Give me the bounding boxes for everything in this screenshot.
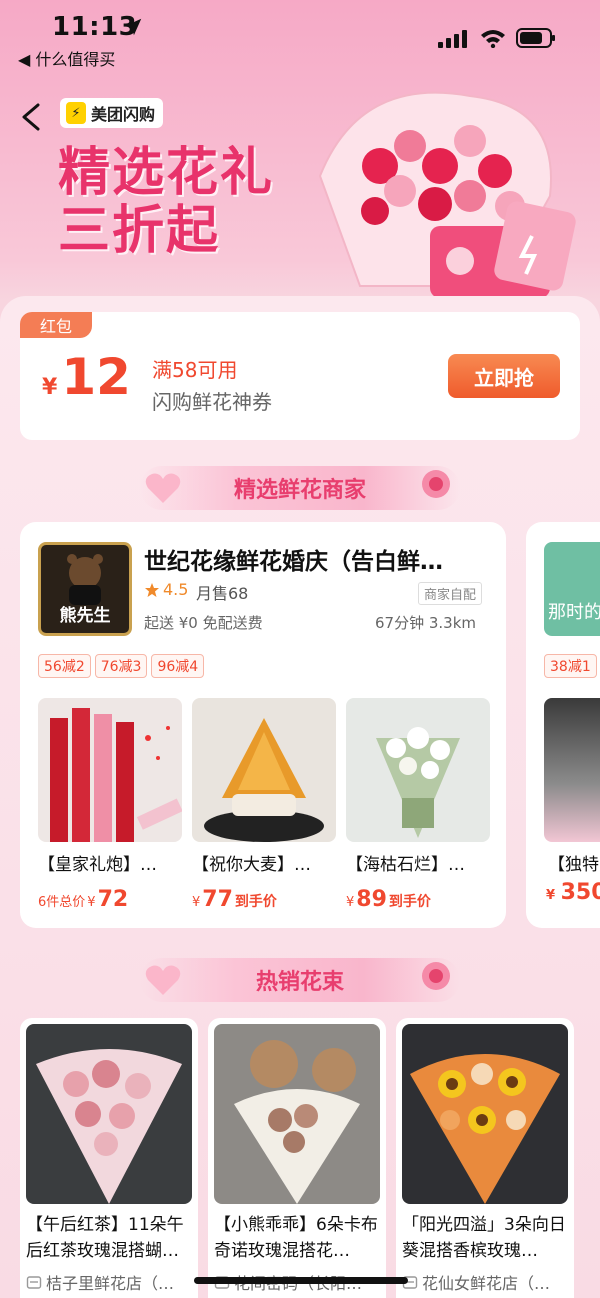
merchant-card-next[interactable]: 那时的 38减1 【独特 ¥ 350 <box>526 522 600 928</box>
shop-name: 花仙女鲜花店（… <box>422 1274 551 1293</box>
bouquet-shop: 花仙女鲜花店（… <box>402 1270 568 1294</box>
discount-tag: 96减4 <box>151 654 205 678</box>
price-currency: ¥ <box>87 895 96 910</box>
rating-value: 4.5 <box>163 580 189 599</box>
product-item[interactable]: 【皇家礼炮】… 6件总价 ¥ 72 <box>38 698 182 912</box>
coupon-currency: ¥ <box>42 375 58 400</box>
delivery-eta: 67分钟 3.3km <box>374 614 476 632</box>
product-name: 【祝你大麦】… <box>192 855 311 875</box>
product-price: 6件总价 ¥ 72 <box>38 887 182 912</box>
price-value: 350 <box>560 880 600 905</box>
price-suffix: 到手价 <box>388 894 431 910</box>
price-value: 72 <box>97 887 129 912</box>
price-suffix: 到手价 <box>234 894 277 910</box>
product-list: 【皇家礼炮】… 6件总价 ¥ 72 【祝你大麦】… ¥ 77 到手价 【海枯石烂… <box>38 698 490 912</box>
hot-bouquet-grid: 【午后红茶】11朵午后红茶玫瑰混搭蝴… 桔子里鲜花店（… 【小熊乖乖】6朵卡布奇… <box>20 1018 574 1298</box>
bouquet-image <box>26 1024 192 1204</box>
brand-name: 美团闪购 <box>91 105 156 124</box>
claim-coupon-button[interactable]: 立即抢 <box>448 354 560 398</box>
coupon-amount: ¥ 12 <box>42 350 131 404</box>
price-currency: ¥ <box>346 895 355 910</box>
product-item[interactable]: 【海枯石烂】… ¥ 89 到手价 <box>346 698 490 912</box>
store-icon <box>26 1276 42 1289</box>
flower-icon <box>422 962 450 990</box>
location-arrow-icon <box>124 18 142 36</box>
home-indicator[interactable] <box>194 1277 408 1284</box>
page: 11:13 ◀ 什么值得买 ⚡ 美团闪购 精选花礼 三折起 红包 ¥ 12 满5… <box>0 0 600 1298</box>
shop-name: 桔子里鲜花店（… <box>46 1274 175 1293</box>
bear-logo-icon: 熊先生 <box>60 554 111 626</box>
product-price: ¥ 77 到手价 <box>192 887 336 912</box>
price-currency: ¥ <box>192 895 201 910</box>
back-to-app-link[interactable]: ◀ 什么值得买 <box>18 46 115 70</box>
hero-title-line2: 三折起 <box>58 201 221 261</box>
lightning-logo-icon: ⚡ <box>66 102 86 124</box>
product-image <box>38 698 182 842</box>
section-title-hot: 热销花束 <box>140 958 460 1002</box>
price-value: 89 <box>356 887 387 912</box>
product-name: 【独特 <box>548 855 599 875</box>
section-title-merchants: 精选鲜花商家 <box>140 466 460 510</box>
product-price: ¥ 89 到手价 <box>346 887 490 912</box>
status-bar: 11:13 ◀ 什么值得买 <box>0 0 600 80</box>
hero-banner: ⚡ 美团闪购 精选花礼 三折起 <box>0 80 600 300</box>
hero-title-line1: 精选花礼 <box>58 143 275 203</box>
coupon-condition: 满58可用 <box>152 358 238 382</box>
back-arrow-icon[interactable] <box>18 102 44 132</box>
shop-logo: 熊先生 <box>38 542 132 636</box>
bouquet-shop: 桔子里鲜花店（… <box>26 1270 192 1294</box>
coupon-tag: 红包 <box>20 312 92 338</box>
product-image <box>346 698 490 842</box>
product-name: 【海枯石烂】… <box>346 855 465 875</box>
discount-tag: 56减2 <box>38 654 91 678</box>
product-image <box>192 698 336 842</box>
cellular-signal-icon <box>438 30 467 48</box>
bouquet-image <box>214 1024 380 1204</box>
coupon-card: 红包 ¥ 12 满58可用 闪购鲜花神券 立即抢 <box>20 312 580 440</box>
bouquet-title: 「阳光四溢」3朵向日葵混搭香槟玫瑰… <box>402 1215 566 1261</box>
shop-rating: 4.5 <box>144 580 188 599</box>
bouquet-image <box>402 1024 568 1204</box>
price-value: 77 <box>202 887 233 912</box>
discount-tag: 38减1 <box>544 654 597 678</box>
flower-icon <box>422 470 450 498</box>
product-item[interactable]: 【祝你大麦】… ¥ 77 到手价 <box>192 698 336 912</box>
shop-logo: 那时的 <box>544 542 600 636</box>
coupon-value: 12 <box>61 348 131 406</box>
shop-name[interactable]: 世纪花缘鲜花婚庆（告白鲜… <box>144 542 490 576</box>
merchant-card[interactable]: 熊先生 世纪花缘鲜花婚庆（告白鲜… 4.5 月售68 商家自配 起送 ¥0 免配… <box>20 522 506 928</box>
brand-badge: ⚡ 美团闪购 <box>60 98 164 128</box>
shop-logo-text: 熊先生 <box>60 605 111 626</box>
hot-bouquet-card[interactable]: 【小熊乖乖】6朵卡布奇诺玫瑰混搭花… 花间密码（长阳… <box>208 1018 386 1298</box>
price-prefix: 6件总价 <box>38 895 86 910</box>
heart-icon <box>145 473 181 503</box>
delivery-badge: 商家自配 <box>417 582 482 605</box>
hot-bouquet-card[interactable]: 「阳光四溢」3朵向日葵混搭香槟玫瑰… 花仙女鲜花店（… <box>396 1018 574 1298</box>
discount-tag: 76减3 <box>94 654 148 678</box>
hero-title: 精选花礼 三折起 <box>58 144 274 260</box>
delivery-info: 起送 ¥0 免配送费 <box>144 614 263 632</box>
monthly-sales: 月售68 <box>196 584 249 603</box>
battery-icon <box>516 28 555 48</box>
product-price: ¥ 350 <box>546 880 600 905</box>
bouquet-gift-illustration <box>318 91 576 298</box>
bouquet-title: 【午后红茶】11朵午后红茶玫瑰混搭蝴… <box>26 1215 184 1261</box>
price-currency: ¥ <box>546 888 556 903</box>
product-image <box>544 698 600 842</box>
star-icon <box>145 582 159 597</box>
section-title-text: 精选鲜花商家 <box>233 478 366 503</box>
discount-tags: 56减2 76减3 96减4 <box>38 654 205 678</box>
coupon-description: 闪购鲜花神券 <box>152 390 272 414</box>
section-title-text: 热销花束 <box>255 970 344 995</box>
bouquet-title: 【小熊乖乖】6朵卡布奇诺玫瑰混搭花… <box>214 1215 378 1261</box>
wifi-icon <box>481 30 505 48</box>
heart-icon <box>145 965 181 995</box>
product-name: 【皇家礼炮】… <box>38 855 157 875</box>
hot-bouquet-card[interactable]: 【午后红茶】11朵午后红茶玫瑰混搭蝴… 桔子里鲜花店（… <box>20 1018 198 1298</box>
